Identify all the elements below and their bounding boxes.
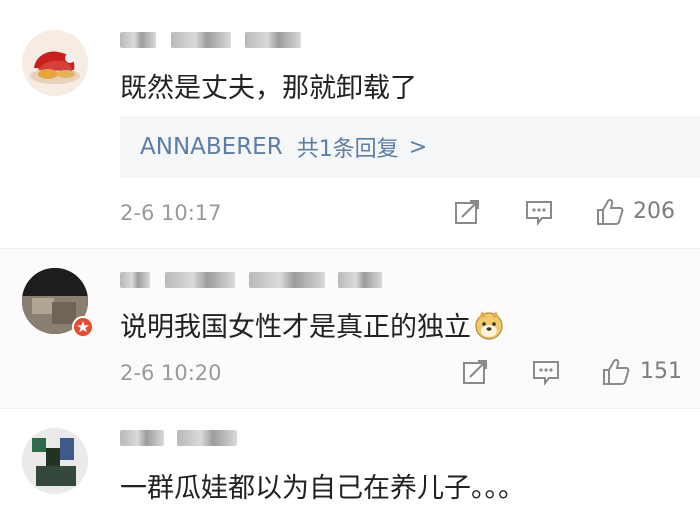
like-count: 206 bbox=[633, 199, 675, 224]
redacted-name bbox=[338, 271, 383, 288]
redacted-name bbox=[120, 31, 156, 48]
reply-preview[interactable]: ANNABERER 共1条回复 > bbox=[120, 116, 700, 178]
repost-icon[interactable] bbox=[452, 197, 482, 227]
verified-badge-icon bbox=[72, 316, 94, 338]
timestamp: 2-6 10:17 bbox=[120, 201, 222, 225]
chevron-right-icon[interactable]: > bbox=[409, 135, 427, 160]
comment-meta: 2-6 10:20 151 bbox=[0, 353, 700, 393]
redacted-name bbox=[120, 429, 164, 446]
comment-text-content: 说明我国女性才是真正的独立 bbox=[120, 312, 471, 343]
photo-avatar-icon bbox=[22, 428, 88, 494]
username-blurred[interactable] bbox=[120, 26, 301, 50]
dessert-avatar-icon bbox=[22, 30, 88, 96]
divider bbox=[0, 248, 700, 249]
like-count: 151 bbox=[640, 359, 682, 384]
doge-emoji-icon bbox=[475, 311, 503, 340]
comment-icon[interactable] bbox=[524, 197, 554, 227]
timestamp: 2-6 10:20 bbox=[120, 361, 222, 385]
redacted-name bbox=[165, 271, 236, 288]
comment-text: 一群瓜娃都以为自己在养儿子。。。 bbox=[120, 473, 525, 504]
comment-meta: 2-6 10:17 206 bbox=[0, 193, 700, 233]
comment-icon[interactable] bbox=[531, 357, 561, 387]
comment-text: 说明我国女性才是真正的独立 bbox=[120, 305, 505, 344]
comment-text: 既然是丈夫，那就卸载了 bbox=[120, 73, 417, 104]
username-blurred[interactable] bbox=[120, 266, 383, 290]
avatar-photo[interactable] bbox=[22, 428, 88, 494]
username-blurred[interactable] bbox=[120, 424, 238, 448]
redacted-name bbox=[171, 31, 232, 48]
redacted-name bbox=[120, 271, 150, 288]
reply-count[interactable]: 共1条回复 bbox=[297, 131, 399, 163]
repost-icon[interactable] bbox=[460, 357, 490, 387]
divider bbox=[0, 408, 700, 409]
reply-username[interactable]: ANNABERER bbox=[140, 134, 283, 160]
avatar-dessert[interactable] bbox=[22, 30, 88, 96]
redacted-name bbox=[244, 31, 301, 48]
like-icon[interactable] bbox=[595, 197, 625, 227]
like-icon[interactable] bbox=[601, 357, 631, 387]
redacted-name bbox=[248, 271, 325, 288]
redacted-name bbox=[177, 429, 238, 446]
